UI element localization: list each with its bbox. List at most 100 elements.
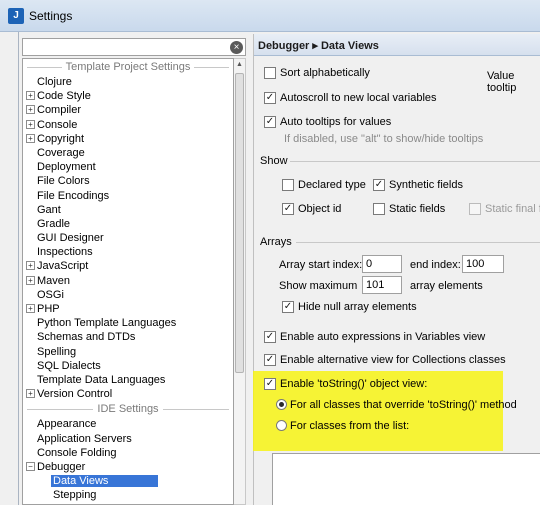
checkbox-label: Sort alphabetically [280,67,370,79]
expand-icon[interactable]: + [26,389,35,399]
tree-item-label: Python Template Languages [37,317,177,330]
tree-item-label: Console [37,118,78,131]
tree-item-label: Inspections [37,246,93,259]
tree-item[interactable]: Gant [23,203,233,217]
expand-icon[interactable]: + [26,261,35,271]
tree-item[interactable]: + Maven [23,274,233,288]
checkbox-label: Auto tooltips for values [280,116,392,128]
checkbox-box[interactable] [373,203,385,215]
checkbox-label: Static final fie [485,203,540,215]
tree-item-label: Code Style [37,90,91,103]
tree-item[interactable]: Template Data Languages [23,373,233,387]
tree-item[interactable]: + Console [23,118,233,132]
tree-item-label: Application Servers [37,432,132,445]
tree-item[interactable]: + PHP [23,302,233,316]
tree-item[interactable]: File Colors [23,174,233,188]
tree-item[interactable]: + Copyright [23,132,233,146]
scroll-up-icon[interactable]: ▲ [234,59,245,70]
tree-item[interactable]: + Code Style [23,89,233,103]
array-start-index-field[interactable]: 0 [362,255,402,273]
tree-item-label: File Encodings [37,189,110,202]
tree-item[interactable]: + Version Control [23,387,233,401]
tooltip-hint: If disabled, use "alt" to show/hide tool… [284,133,484,145]
end-index-label: end index: [410,259,461,271]
checkbox-label: Synthetic fields [389,179,463,191]
clear-search-icon[interactable]: × [230,41,243,54]
tree-item[interactable]: Data Views [23,474,233,488]
tree-item-label: Schemas and DTDs [37,331,136,344]
expand-icon[interactable]: + [26,119,35,129]
tree-item[interactable]: OSGi [23,288,233,302]
tree-item-label: Deployment [37,161,96,174]
checkbox-box[interactable]: ✓ [264,116,276,128]
checkbox-box[interactable]: ✓ [264,331,276,343]
checkbox-box[interactable]: ✓ [264,92,276,104]
tree-item-label: Coverage [37,146,85,159]
tree-item-label: Stepping [53,489,97,502]
tree-item[interactable]: Clojure [23,75,233,89]
tree-item-label: File Colors [37,175,90,188]
checkbox-label: Hide null array elements [298,301,417,313]
tree-item[interactable]: Gradle [23,217,233,231]
collapse-icon[interactable]: − [26,461,35,471]
show-maximum-field[interactable]: 101 [362,276,402,294]
tree-item[interactable]: Stepping [23,488,233,502]
tree-item-label: JavaScript [37,260,89,273]
checkbox-box[interactable] [282,179,294,191]
checkbox-box[interactable]: ✓ [282,203,294,215]
tree-item-label: Version Control [37,388,113,401]
tree-item[interactable]: SQL Dialects [23,359,233,373]
checkbox-box[interactable]: ✓ [264,354,276,366]
tree-item[interactable]: + JavaScript [23,259,233,273]
tree-item[interactable]: GUI Designer [23,231,233,245]
tree-item[interactable]: − Debugger [23,460,233,474]
tree-item[interactable]: Inspections [23,245,233,259]
classes-listbox[interactable] [272,453,540,505]
tree-item[interactable]: Appearance [23,417,233,431]
tree-scrollbar[interactable]: ▲ [234,58,246,505]
checkbox-box[interactable] [264,67,276,79]
tree-item[interactable]: Spelling [23,345,233,359]
tree-item[interactable]: Schemas and DTDs [23,330,233,344]
expand-icon[interactable]: + [26,91,35,101]
value-tooltip-label: Value tooltip [487,70,517,94]
checkbox-label: Enable auto expressions in Variables vie… [280,331,486,343]
radio-button[interactable] [276,399,287,410]
tree-item[interactable]: File Encodings [23,189,233,203]
show-group-title: Show [260,155,288,167]
scrollbar-thumb[interactable] [235,73,244,373]
tree-item[interactable]: Coverage [23,146,233,160]
breadcrumb-text: Debugger ▸ Data Views [258,40,379,52]
divider [290,161,540,162]
checkbox-box[interactable]: ✓ [264,378,276,390]
tree-item[interactable]: Deployment [23,160,233,174]
checkbox-box[interactable]: ✓ [373,179,385,191]
tree-item-label: Data Views [51,475,159,488]
tree-item[interactable]: + Compiler [23,103,233,117]
checkbox-label: Static fields [389,203,446,215]
checkbox-box [469,203,481,215]
expand-icon[interactable]: + [26,275,35,285]
tree-item-label: Copyright [37,132,85,145]
radio-button[interactable] [276,420,287,431]
tree-item-label: Maven [37,274,71,287]
tree-item-label: Spelling [37,345,77,358]
search-input[interactable]: × [22,38,246,56]
checkbox-box[interactable]: ✓ [282,301,294,313]
tree-section-header: IDE Settings [23,401,233,417]
checkbox-label: Enable alternative view for Collections … [280,354,506,366]
tree-section-header: Template Project Settings [23,59,233,75]
tree-item-label: Compiler [37,104,82,117]
expand-icon[interactable]: + [26,304,35,313]
expand-icon[interactable]: + [26,133,35,143]
title-bar: J Settings [0,0,540,32]
array-end-index-field[interactable]: 100 [462,255,504,273]
expand-icon[interactable]: + [26,105,35,115]
tree-item-label: Appearance [37,418,97,431]
tree-item-label: SQL Dialects [37,359,101,372]
section-header-label: IDE Settings [93,403,163,416]
tree-item[interactable]: Python Template Languages [23,316,233,330]
section-header-label: Template Project Settings [61,61,195,73]
tree-item[interactable]: Console Folding [23,446,233,460]
tree-item[interactable]: Application Servers [23,432,233,446]
